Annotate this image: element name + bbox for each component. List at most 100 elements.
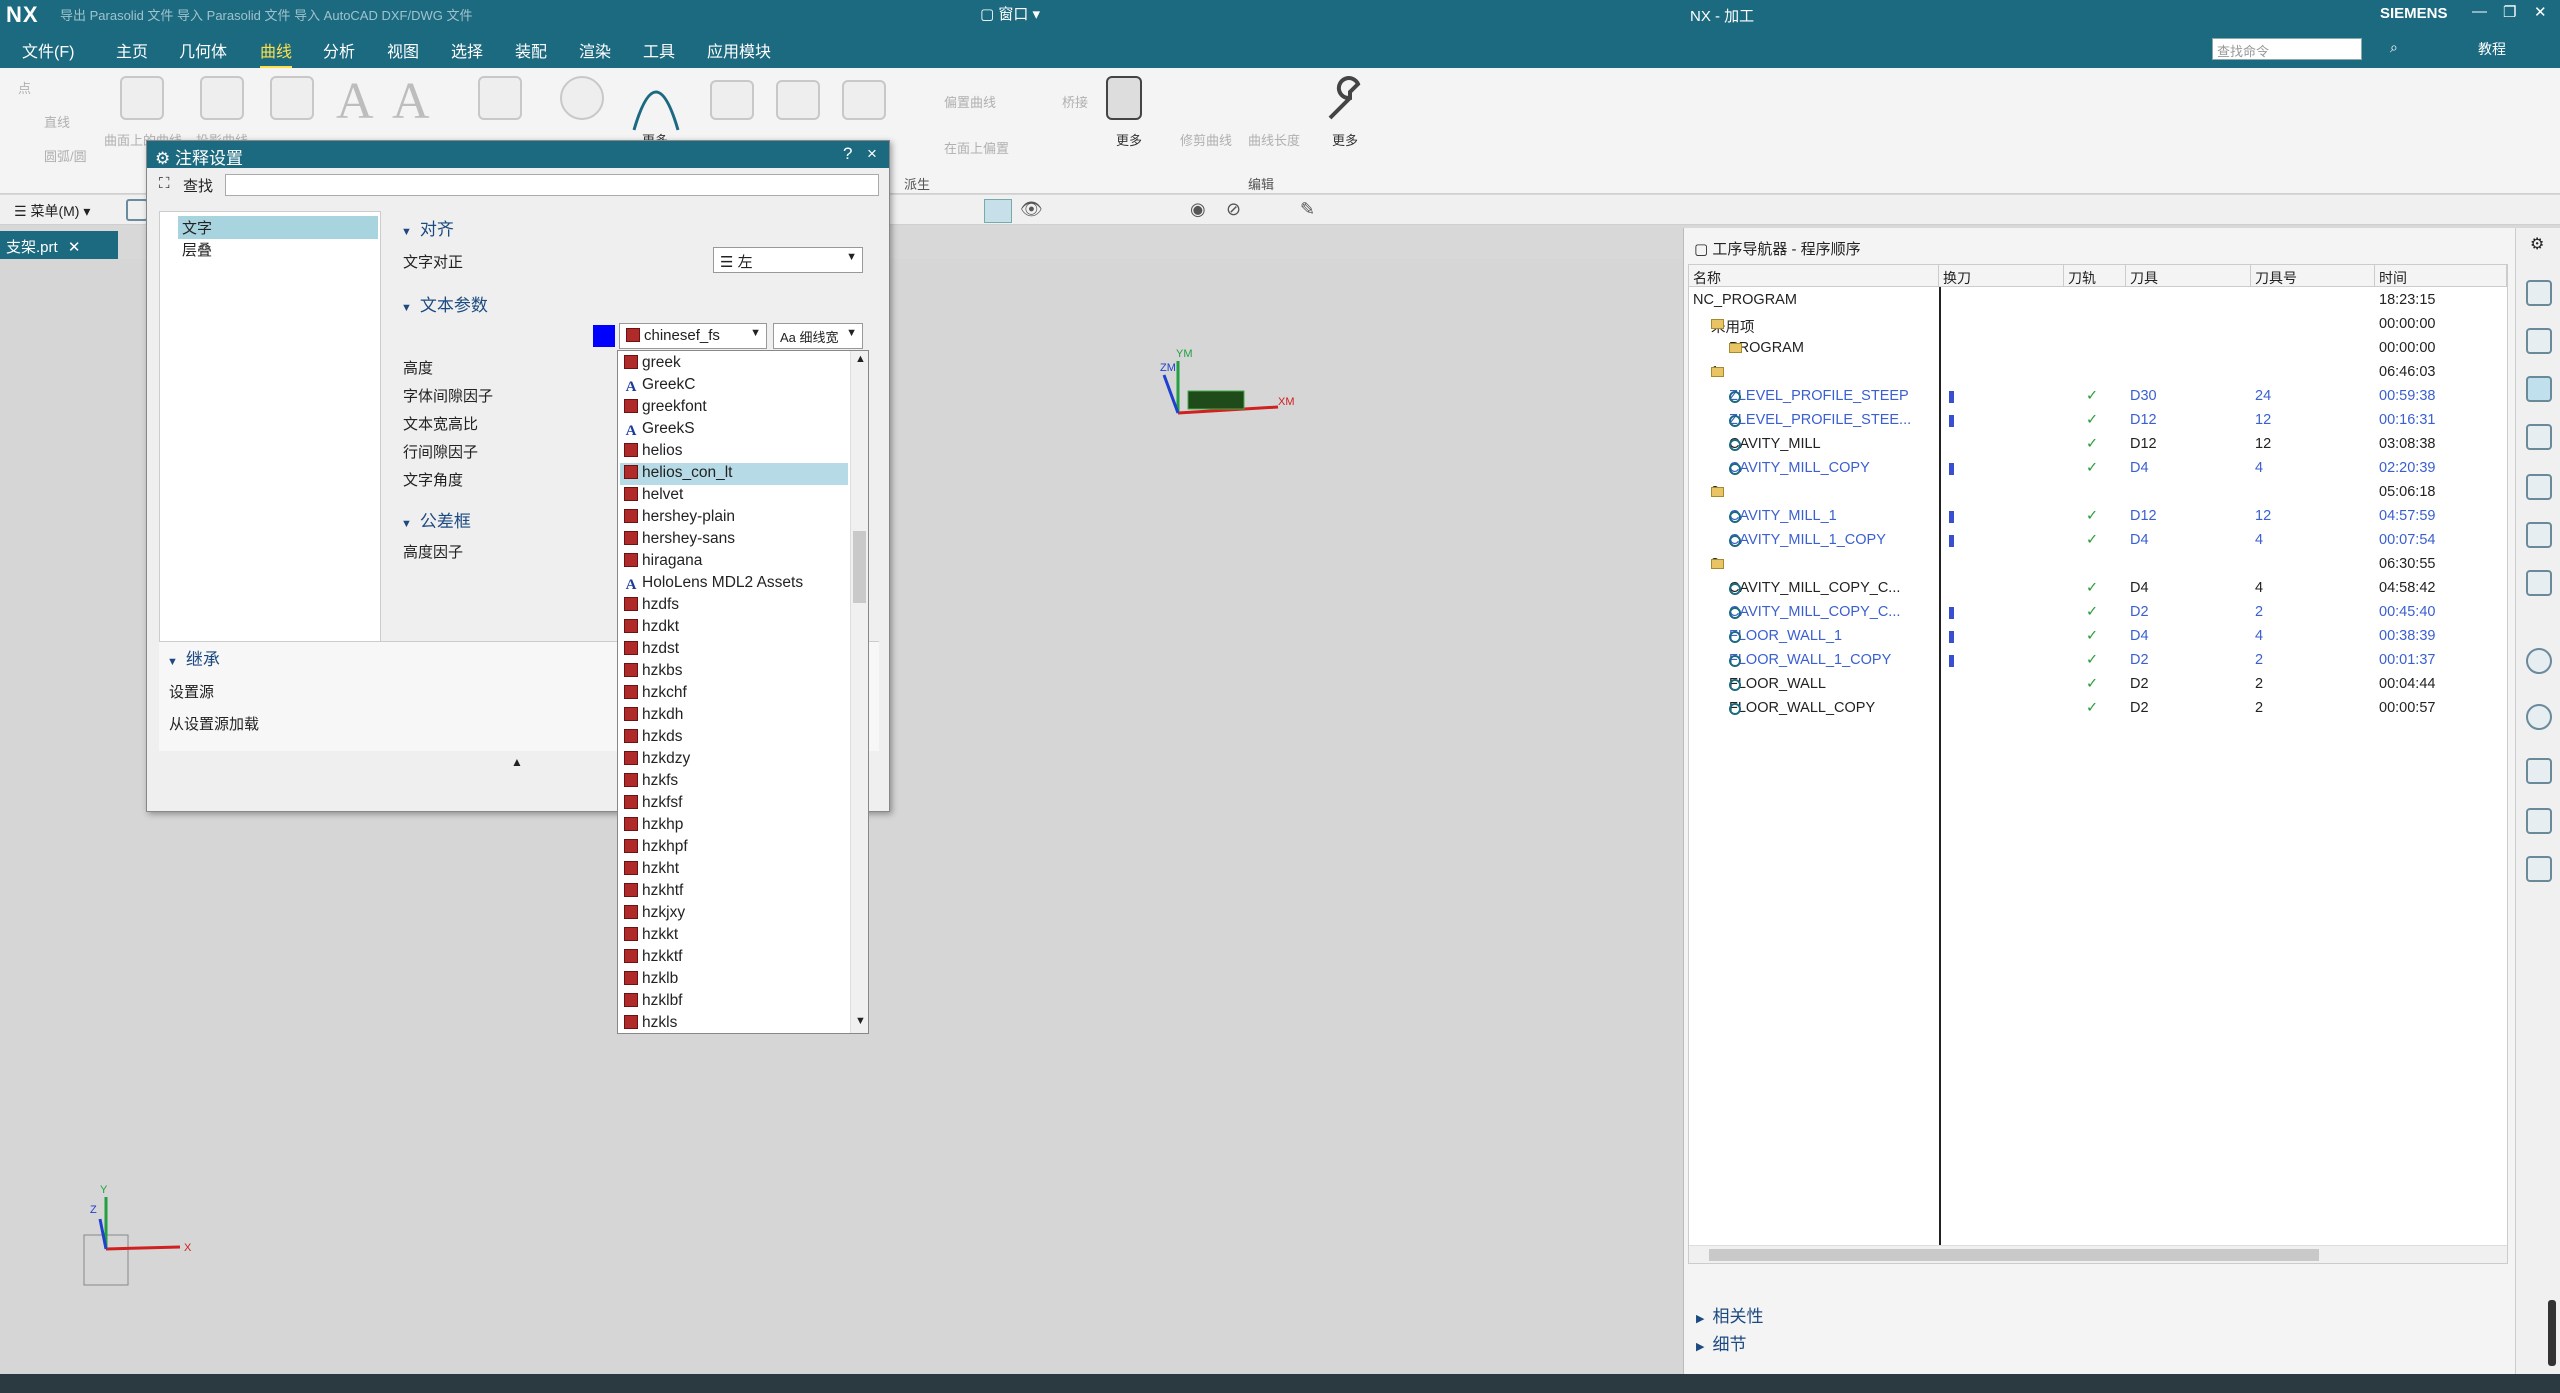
process-studio-icon[interactable] — [2526, 758, 2552, 784]
help-button[interactable]: ? — [843, 144, 852, 164]
view-icon[interactable]: 👁 — [1020, 199, 1043, 220]
font-list-item[interactable]: hzkfs — [620, 771, 848, 793]
navigator-row[interactable]: CAVITY_MILL_COPY ✓ D4 4 02:20:39 — [1689, 457, 2507, 481]
font-list-item[interactable]: hzdfs — [620, 595, 848, 617]
command-search-input[interactable]: 查找命令 — [2212, 38, 2362, 60]
font-list-item[interactable]: greek — [620, 353, 848, 375]
window-menu[interactable]: ▢ 窗口 ▾ — [980, 3, 1040, 24]
restore-icon[interactable]: ❐ — [2503, 3, 2516, 21]
search-icon[interactable]: ⌕ — [2390, 39, 2398, 56]
section-dependencies[interactable]: ▶ 相关性 — [1696, 1302, 1763, 1327]
navigator-row[interactable]: CAVITY_MILL_1 ✓ D12 12 04:57:59 — [1689, 505, 2507, 529]
navigator-row[interactable]: PROGRAM 00:00:00 — [1689, 337, 2507, 361]
font-list-item[interactable]: hzkhp — [620, 815, 848, 837]
scroll-thumb[interactable] — [853, 531, 866, 603]
menu-render[interactable]: 渲染 — [579, 38, 611, 62]
font-list-item[interactable]: hzkfsf — [620, 793, 848, 815]
text-justify-select[interactable]: ☰ 左 ▼ — [713, 247, 863, 273]
line-weight-select[interactable]: Aa 细线宽 ▼ — [773, 323, 863, 349]
menu-view[interactable]: 视图 — [387, 38, 419, 62]
inherit-section-header[interactable]: ▼ 继承 — [167, 645, 220, 670]
bridge-button[interactable]: 桥接 — [1062, 92, 1088, 111]
font-list-item[interactable]: hzkdh — [620, 705, 848, 727]
part-navigator-icon[interactable] — [2526, 280, 2552, 306]
navigator-row[interactable]: FLOOR_WALL ✓ D2 2 00:04:44 — [1689, 673, 2507, 697]
menu-app-modules[interactable]: 应用模块 — [707, 38, 771, 62]
navigator-row[interactable]: 3 06:30:55 — [1689, 553, 2507, 577]
intersect-curve-icon[interactable] — [776, 80, 820, 120]
menu-geometry[interactable]: 几何体 — [179, 38, 227, 62]
col-header-tool-change[interactable]: 换刀 — [1939, 265, 2064, 287]
gear-icon[interactable]: ⚙ — [2530, 234, 2544, 254]
navigator-row[interactable]: CAVITY_MILL ✓ D12 12 03:08:38 — [1689, 433, 2507, 457]
navigator-row[interactable]: FLOOR_WALL_COPY ✓ D2 2 00:00:57 — [1689, 697, 2507, 721]
text-icon[interactable]: A — [392, 72, 430, 131]
system-materials-icon[interactable] — [2526, 856, 2552, 882]
trim-curve-button[interactable]: 修剪曲线 — [1180, 130, 1232, 149]
font-list-item[interactable]: hzdkt — [620, 617, 848, 639]
operation-navigator-icon[interactable] — [2526, 376, 2552, 402]
col-header-tool[interactable]: 刀具 — [2126, 265, 2251, 287]
font-list-item[interactable]: hershey-sans — [620, 529, 848, 551]
col-header-name[interactable]: 名称 — [1689, 265, 1939, 287]
font-list-item[interactable]: hzkhpf — [620, 837, 848, 859]
minimize-icon[interactable]: — — [2472, 3, 2487, 20]
font-list-item[interactable]: helios — [620, 441, 848, 463]
close-tab-icon[interactable]: ✕ — [68, 239, 81, 256]
tree-item-stack[interactable]: 层叠 — [178, 238, 216, 261]
font-list-item[interactable]: helios_con_lt — [620, 463, 848, 485]
menu-home[interactable]: 主页 — [116, 38, 148, 62]
wcs-icon[interactable] — [984, 199, 1012, 223]
font-list-item[interactable]: hershey-plain — [620, 507, 848, 529]
font-list-item[interactable]: A GreekC — [620, 375, 848, 397]
font-list-item[interactable]: hzkds — [620, 727, 848, 749]
nav-hscroll-thumb[interactable] — [1709, 1249, 2319, 1261]
navigator-row[interactable]: 2 05:06:18 — [1689, 481, 2507, 505]
composite-curve-icon[interactable] — [842, 80, 886, 120]
font-list-item[interactable]: A HoloLens MDL2 Assets — [620, 573, 848, 595]
dialog-search-input[interactable] — [225, 174, 879, 196]
menu-tools[interactable]: 工具 — [643, 38, 675, 62]
col-header-path[interactable]: 刀轨 — [2064, 265, 2126, 287]
menu-assembly[interactable]: 装配 — [515, 38, 547, 62]
dialog-title-bar[interactable]: ⚙ 注释设置 ? × — [147, 141, 889, 168]
more-derived-icon[interactable] — [1106, 76, 1142, 120]
brush-icon[interactable]: ✎ — [1300, 199, 1315, 220]
derived-curve-icon[interactable] — [478, 76, 522, 120]
tolerance-section-header[interactable]: ▼ 公差框 — [401, 507, 471, 532]
navigator-row[interactable]: CAVITY_MILL_1_COPY ✓ D4 4 00:07:54 — [1689, 529, 2507, 553]
font-list-item[interactable]: hzkktf — [620, 947, 848, 969]
col-header-time[interactable]: 时间 — [2375, 265, 2507, 287]
nav-hscrollbar[interactable] — [1689, 1245, 2507, 1263]
font-list-item[interactable]: hzkkt — [620, 925, 848, 947]
section-details[interactable]: ▶ 细节 — [1696, 1330, 1746, 1355]
more-button-3[interactable]: 更多 — [1332, 130, 1358, 149]
helix-icon[interactable] — [560, 76, 604, 120]
col-header-tool-number[interactable]: 刀具号 — [2251, 265, 2375, 287]
align-section-header[interactable]: ▼ 对齐 — [401, 215, 454, 240]
collapse-dialog-button[interactable]: ▲ — [511, 755, 523, 769]
project-curve-icon[interactable] — [200, 76, 244, 120]
feature-navigator-icon[interactable] — [2526, 474, 2552, 500]
menu-select[interactable]: 选择 — [451, 38, 483, 62]
more-curve-icon[interactable] — [628, 74, 684, 134]
font-list-item[interactable]: helvet — [620, 485, 848, 507]
navigator-row[interactable]: CAVITY_MILL_COPY_C... ✓ D4 4 04:58:42 — [1689, 577, 2507, 601]
dialog-close-button[interactable]: × — [867, 144, 877, 164]
wrench-icon[interactable] — [1320, 76, 1370, 126]
font-list-item[interactable]: hiragana — [620, 551, 848, 573]
text-color-swatch[interactable] — [593, 325, 615, 347]
menu-curve[interactable]: 曲线 — [260, 38, 293, 69]
font-list-item[interactable]: hzkdzy — [620, 749, 848, 771]
font-list-item[interactable]: hzkchf — [620, 683, 848, 705]
font-list-item[interactable]: A GreekS — [620, 419, 848, 441]
close-icon[interactable]: ✕ — [2534, 3, 2547, 21]
scroll-indicator[interactable] — [2548, 1300, 2556, 1366]
selection-filter-icon[interactable] — [126, 199, 148, 221]
text-param-section-header[interactable]: ▼ 文本参数 — [401, 291, 488, 316]
reuse-library-icon[interactable] — [2526, 522, 2552, 548]
history-icon[interactable] — [2526, 704, 2552, 730]
font-list-item[interactable]: hzkbs — [620, 661, 848, 683]
hd3d-tools-icon[interactable] — [2526, 570, 2552, 596]
tutorial-link[interactable]: 教程 — [2478, 39, 2506, 59]
